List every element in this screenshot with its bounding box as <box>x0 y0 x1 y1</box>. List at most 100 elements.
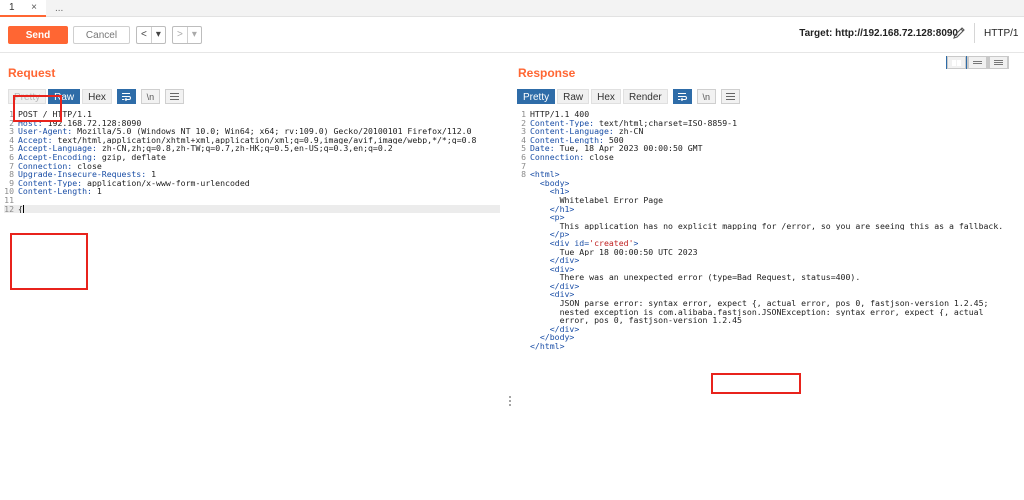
header-value: close <box>584 152 614 162</box>
response-body-line[interactable]: </div> <box>516 256 1022 265</box>
line-content: </div> <box>530 282 580 291</box>
chevron-left-icon: < <box>141 29 147 40</box>
tab-1[interactable]: 1 × <box>0 0 46 17</box>
response-body-line[interactable]: 8 <html> <box>516 170 1022 179</box>
response-body-line[interactable]: <div id='created'> <box>516 239 1022 248</box>
request-line[interactable]: 12 { <box>4 204 500 214</box>
response-body-line[interactable]: There was an unexpected error (type=Bad … <box>516 273 1022 282</box>
line-content: </h1> <box>530 205 575 214</box>
wrap-icon[interactable] <box>116 89 136 104</box>
line-number <box>516 342 526 351</box>
request-line[interactable]: 8 Upgrade-Insecure-Requests: 1 <box>4 170 500 179</box>
request-line[interactable]: 1 POST / HTTP/1.1 <box>4 110 500 119</box>
single-pane-icon[interactable] <box>988 56 1009 69</box>
response-line[interactable]: 4 Content-Length: 500 <box>516 136 1022 145</box>
line-content: HTTP/1.1 400 <box>530 110 589 119</box>
menu-icon[interactable] <box>720 89 740 104</box>
response-body-line[interactable]: </div> <box>516 325 1022 334</box>
line-number <box>516 299 526 308</box>
line-number <box>516 205 526 214</box>
response-body-line[interactable]: This application has no explicit mapping… <box>516 222 1022 231</box>
request-line[interactable]: 7 Connection: close <box>4 161 500 171</box>
header-name: Date <box>530 144 550 153</box>
request-line[interactable]: 9 Content-Type: application/x-www-form-ur… <box>4 179 500 188</box>
header-name: Accept-Encoding <box>18 152 92 162</box>
line-content: Content-Length: 1 <box>18 187 102 196</box>
line-content: <p> <box>530 213 565 222</box>
request-line[interactable]: 6 Accept-Encoding: gzip, deflate <box>4 153 500 162</box>
request-line[interactable]: 5 Accept-Language: zh-CN,zh;q=0.8,zh-TW;q… <box>4 144 500 153</box>
response-line[interactable]: 2 Content-Type: text/html;charset=ISO-885… <box>516 118 1022 128</box>
header-name: User-Agent <box>18 127 68 136</box>
response-tab-hex[interactable]: Hex <box>591 89 621 104</box>
html-tag: <div> <box>549 290 575 300</box>
header-value: Mozilla/5.0 (Windows NT 10.0; Win64; x64… <box>72 127 472 136</box>
request-line[interactable]: 10 Content-Length: 1 <box>4 187 500 196</box>
response-line[interactable]: 3 Content-Language: zh-CN <box>516 127 1022 136</box>
pane-splitter-handle[interactable] <box>509 396 511 406</box>
forward-button[interactable]: > ▾ <box>172 26 202 44</box>
response-tab-pretty[interactable]: Pretty <box>517 89 556 104</box>
response-body-line[interactable]: <p> <box>516 213 1022 222</box>
header-value: zh-CN,zh;q=0.8,zh-TW;q=0.7,zh-HK;q=0.5,e… <box>96 144 393 153</box>
response-line[interactable]: 6 Connection: close <box>516 153 1022 162</box>
request-line[interactable]: 4 Accept: text/html,application/xhtml+xml… <box>4 136 500 145</box>
response-body-line[interactable]: </h1> <box>516 205 1022 214</box>
response-body-line[interactable]: </div> <box>516 282 1022 291</box>
split-vertical-icon[interactable] <box>967 56 988 69</box>
response-body-line[interactable]: nested exception is com.alibaba.fastjson… <box>516 308 1022 317</box>
html-text: Tue Apr 18 00:00:50 UTC 2023 <box>559 247 698 257</box>
header-name: Content-Type <box>530 118 590 128</box>
response-editor[interactable]: 1 HTTP/1.1 400 2 Content-Type: text/html;ch… <box>516 110 1022 351</box>
response-body-line[interactable]: Whitelabel Error Page <box>516 196 1022 205</box>
response-body-line[interactable]: </body> <box>516 333 1022 342</box>
response-tab-render[interactable]: Render <box>622 89 668 104</box>
target-host: Target: http://192.168.72.128:8090 <box>799 28 958 39</box>
tab-strip: 1 × ... <box>0 0 1024 17</box>
response-line[interactable]: 7 <box>516 161 1022 171</box>
pencil-icon[interactable] <box>952 26 966 40</box>
line-text: HTTP/1.1 400 <box>530 110 590 119</box>
send-button[interactable]: Send <box>8 26 68 44</box>
request-tab-hex[interactable]: Hex <box>82 89 112 104</box>
wrap-icon[interactable] <box>672 89 692 104</box>
chevron-down-icon[interactable]: ▾ <box>152 27 165 43</box>
header-name: Connection <box>18 161 68 171</box>
response-body-line[interactable]: <body> <box>516 179 1022 188</box>
response-body-line[interactable]: JSON parse error: syntax error, expect {… <box>516 299 1022 308</box>
line-number <box>516 325 526 334</box>
chevron-down-icon[interactable]: ▾ <box>188 27 201 43</box>
cancel-button[interactable]: Cancel <box>73 26 130 44</box>
menu-icon[interactable] <box>164 89 184 104</box>
request-line[interactable]: 2 Host: 192.168.72.128:8090 <box>4 118 500 128</box>
response-body-line[interactable]: <div> <box>516 290 1022 299</box>
request-line[interactable]: 11 <box>4 196 500 205</box>
response-body-line[interactable]: Tue Apr 18 00:00:50 UTC 2023 <box>516 248 1022 257</box>
response-tab-raw[interactable]: Raw <box>557 89 590 104</box>
html-text: JSON parse error: syntax error, expect {… <box>559 299 989 308</box>
line-number <box>516 187 526 196</box>
header-name: Accept <box>18 135 48 145</box>
response-line[interactable]: 1 HTTP/1.1 400 <box>516 110 1022 119</box>
request-editor[interactable]: 1 POST / HTTP/1.1 2 Host: 192.168.72.128:80… <box>4 110 500 214</box>
http-version[interactable]: HTTP/1 <box>984 28 1018 39</box>
response-body-line[interactable]: <h1> <box>516 187 1022 196</box>
response-body-line[interactable]: <div> <box>516 265 1022 274</box>
header-name: Content-Length <box>530 135 600 145</box>
html-text: There was an unexpected error (type=Bad … <box>559 273 861 282</box>
line-content: </div> <box>530 256 580 265</box>
split-horizontal-icon[interactable] <box>946 56 967 69</box>
response-body-line[interactable]: </p> <box>516 230 1022 239</box>
newline-icon[interactable]: \n <box>696 89 716 104</box>
line-number <box>516 213 526 222</box>
back-button[interactable]: < ▾ <box>136 26 166 44</box>
html-tag: <p> <box>549 213 565 222</box>
request-line[interactable]: 3 User-Agent: Mozilla/5.0 (Windows NT 10.… <box>4 127 500 136</box>
newline-icon[interactable]: \n <box>140 89 160 104</box>
response-line[interactable]: 5 Date: Tue, 18 Apr 2023 00:00:50 GMT <box>516 144 1022 153</box>
response-body-line[interactable]: </html> <box>516 342 1022 351</box>
response-body-line[interactable]: error, pos 0, fastjson-version 1.2.45 <box>516 316 1022 325</box>
close-icon[interactable]: × <box>31 2 37 13</box>
line-content: <div> <box>530 290 575 300</box>
tab-more[interactable]: ... <box>46 0 86 17</box>
